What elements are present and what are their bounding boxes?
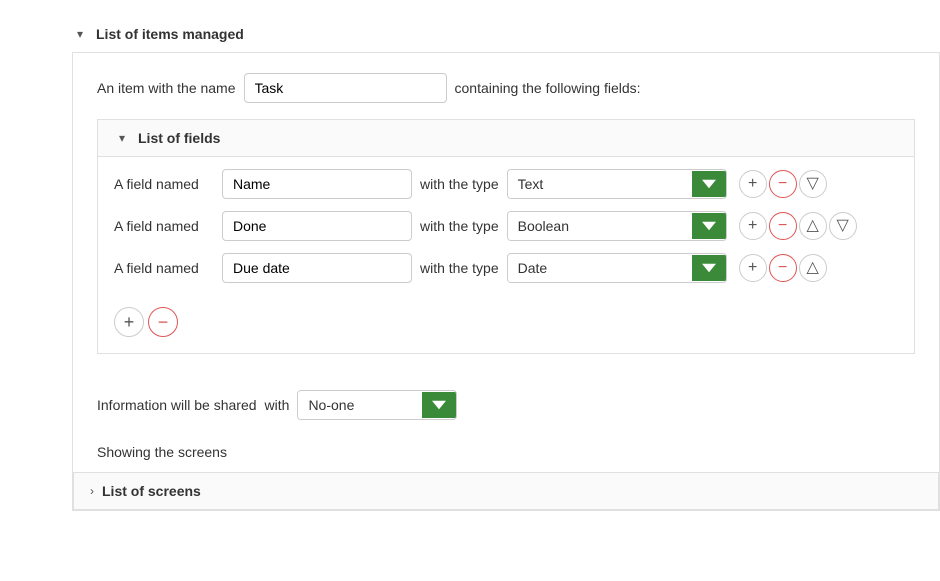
top-section-header[interactable]: ▾ List of items managed (72, 16, 940, 52)
field-row-2-add-btn[interactable]: + (739, 212, 767, 240)
field-row-3-actions: + − △ (739, 254, 827, 282)
top-section-title: List of items managed (96, 26, 244, 42)
field-name-input-2[interactable] (222, 211, 412, 241)
field-name-input-3[interactable] (222, 253, 412, 283)
field-label-3: A field named (114, 260, 214, 276)
field-row-3-up-btn[interactable]: △ (799, 254, 827, 282)
field-row-1: A field named with the type Text + (114, 169, 898, 199)
field-type-dropdown-btn-3[interactable] (692, 255, 726, 281)
field-row-2-actions: + − △ ▽ (739, 212, 857, 240)
field-type-dropdown-btn-1[interactable] (692, 171, 726, 197)
item-name-row: An item with the name containing the fol… (97, 73, 915, 103)
field-row-1-add-btn[interactable]: + (739, 170, 767, 198)
fields-table: A field named with the type Text + (98, 157, 914, 295)
item-name-section: An item with the name containing the fol… (73, 53, 939, 374)
screens-section: › List of screens (73, 472, 939, 510)
share-with-label: with (265, 397, 290, 413)
field-row-3-add-btn[interactable]: + (739, 254, 767, 282)
page-wrapper: ▾ List of items managed An item with the… (0, 0, 940, 581)
fields-chevron-icon: ▾ (114, 130, 130, 146)
share-dropdown-btn[interactable] (422, 392, 456, 418)
field-type-dropdown-2[interactable]: Boolean (507, 211, 727, 241)
fields-section: ▾ List of fields A field named with the … (97, 119, 915, 354)
field-type-value-2: Boolean (508, 212, 692, 240)
field-row-3-remove-btn[interactable]: − (769, 254, 797, 282)
screens-section-header[interactable]: › List of screens (74, 473, 938, 509)
add-remove-row: + − (98, 295, 914, 353)
field-name-input-1[interactable] (222, 169, 412, 199)
fields-section-header[interactable]: ▾ List of fields (98, 120, 914, 157)
top-chevron-icon: ▾ (72, 26, 88, 42)
field-row-1-remove-btn[interactable]: − (769, 170, 797, 198)
share-row: Information will be shared with No-one (73, 374, 939, 436)
share-label: Information will be shared (97, 397, 257, 413)
screens-section-title: List of screens (102, 483, 201, 499)
field-row-2-down-btn[interactable]: ▽ (829, 212, 857, 240)
field-row-2-up-btn[interactable]: △ (799, 212, 827, 240)
showing-label: Showing the screens (73, 436, 939, 472)
field-row-1-actions: + − ▽ (739, 170, 827, 198)
field-label-2: A field named (114, 218, 214, 234)
add-field-btn[interactable]: + (114, 307, 144, 337)
field-row-1-down-btn[interactable]: ▽ (799, 170, 827, 198)
field-row-2-remove-btn[interactable]: − (769, 212, 797, 240)
fields-section-title: List of fields (138, 130, 220, 146)
field-type-dropdown-1[interactable]: Text (507, 169, 727, 199)
field-type-label-1: with the type (420, 176, 499, 192)
field-type-value-3: Date (508, 254, 692, 282)
remove-field-btn[interactable]: − (148, 307, 178, 337)
share-dropdown-value: No-one (298, 391, 422, 419)
outer-wrapper: ▾ List of items managed An item with the… (0, 0, 940, 581)
field-label-1: A field named (114, 176, 214, 192)
field-type-label-3: with the type (420, 260, 499, 276)
share-dropdown[interactable]: No-one (297, 390, 457, 420)
item-name-suffix: containing the following fields: (455, 80, 641, 96)
item-name-input[interactable] (244, 73, 447, 103)
item-name-prefix: An item with the name (97, 80, 236, 96)
field-type-value-1: Text (508, 170, 692, 198)
screens-chevron-icon: › (90, 484, 94, 498)
field-type-dropdown-3[interactable]: Date (507, 253, 727, 283)
field-type-dropdown-btn-2[interactable] (692, 213, 726, 239)
main-content-area: An item with the name containing the fol… (72, 52, 940, 511)
field-row-2: A field named with the type Boolean + (114, 211, 898, 241)
field-row-3: A field named with the type Date + (114, 253, 898, 283)
field-type-label-2: with the type (420, 218, 499, 234)
